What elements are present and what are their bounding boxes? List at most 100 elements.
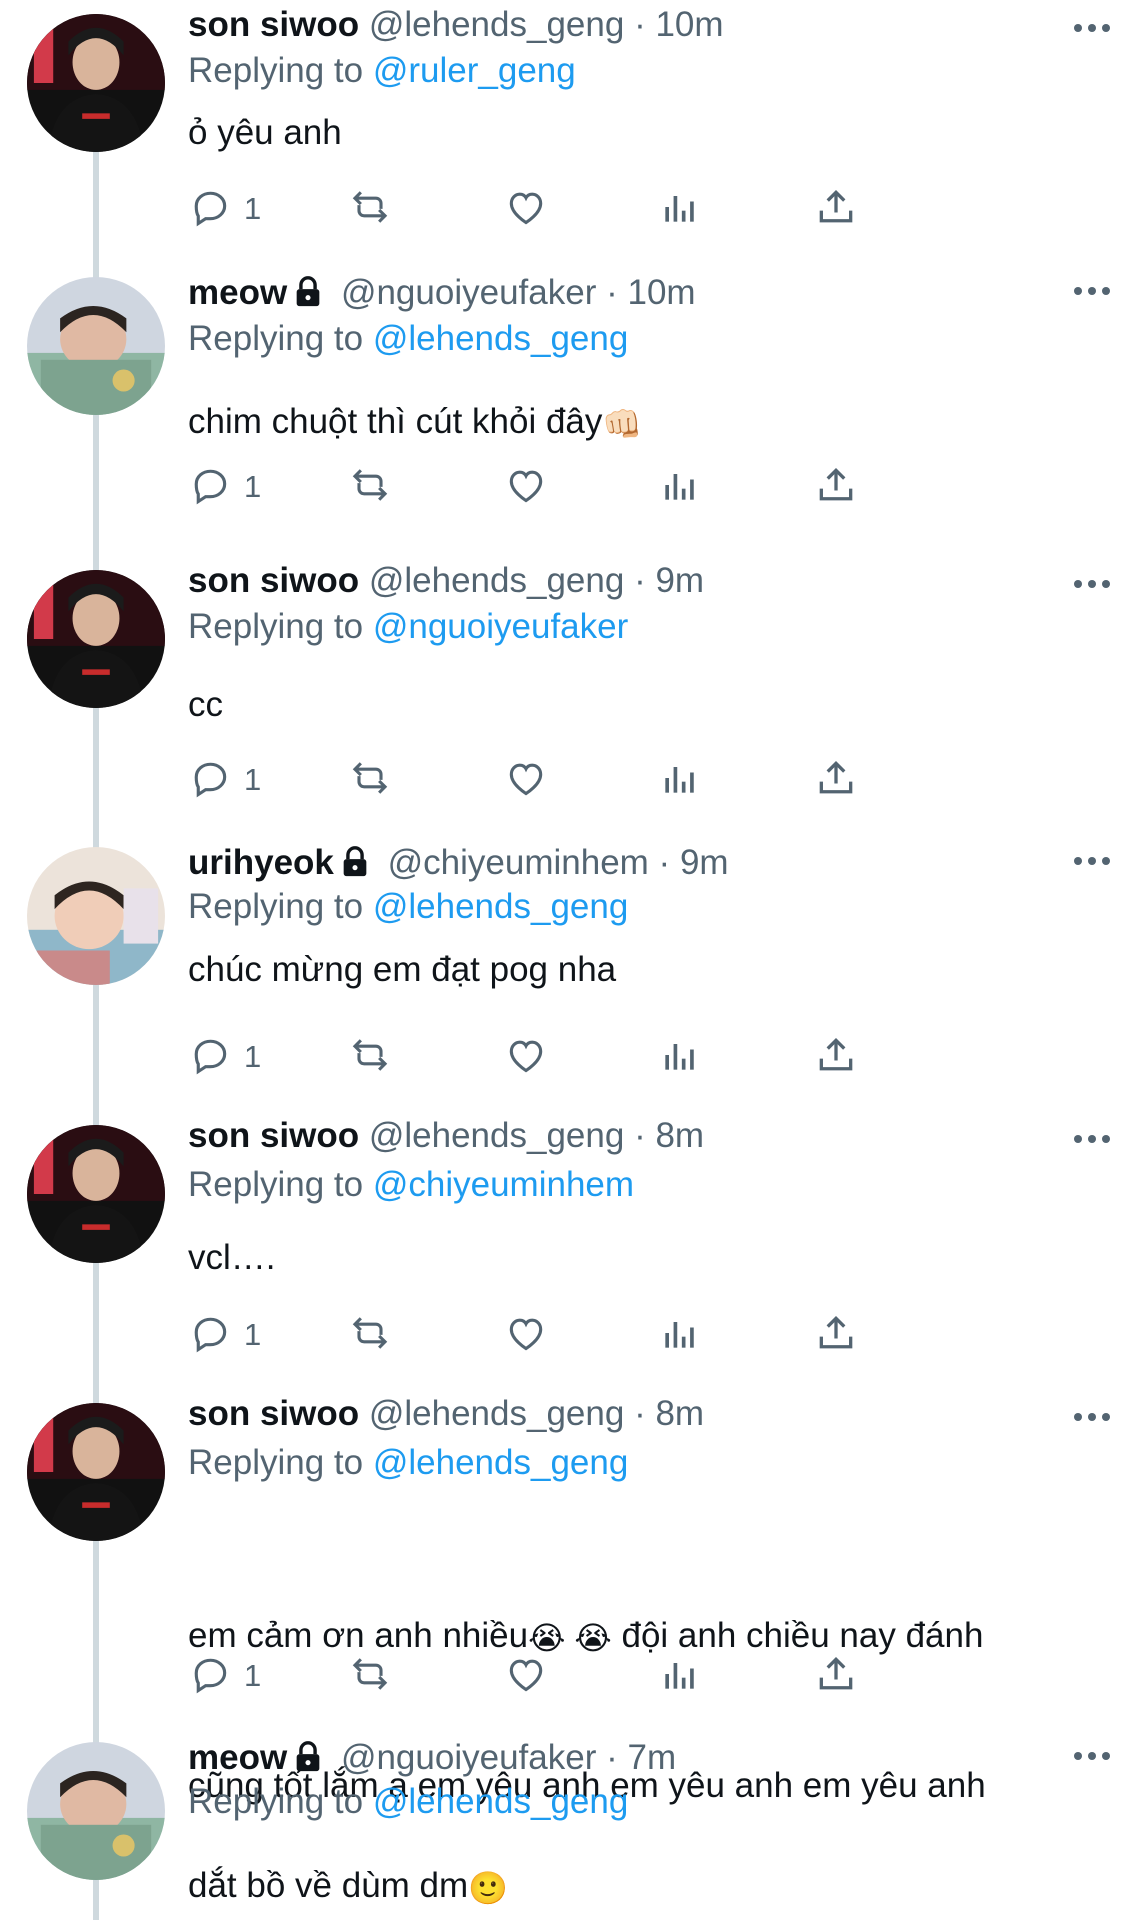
retweet-icon: [348, 756, 392, 805]
handle[interactable]: @lehends_geng: [369, 561, 624, 600]
display-name[interactable]: meow: [188, 273, 287, 312]
views-button[interactable]: [658, 186, 702, 232]
retweet-icon: [348, 1652, 392, 1701]
action-bar: 1: [188, 1312, 1048, 1358]
timestamp[interactable]: 7m: [627, 1738, 676, 1777]
mention-link[interactable]: @lehends_geng: [373, 1782, 628, 1821]
replying-to: Replying to @chiyeuminhem: [188, 1162, 634, 1208]
retweet-button[interactable]: [348, 1653, 392, 1699]
share-button[interactable]: [814, 186, 858, 232]
retweet-button[interactable]: [348, 186, 392, 232]
more-icon[interactable]: [1074, 287, 1114, 299]
handle[interactable]: @lehends_geng: [369, 5, 624, 44]
tweet-text-content: ỏ yêu anh: [188, 113, 342, 152]
reply-count: 1: [244, 1039, 262, 1074]
reply-button[interactable]: 1: [188, 1034, 261, 1080]
more-icon[interactable]: [1074, 857, 1114, 869]
reply-button[interactable]: 1: [188, 1653, 261, 1699]
separator: ·: [634, 1394, 646, 1433]
display-name[interactable]: son siwoo: [188, 1116, 359, 1155]
handle[interactable]: @chiyeuminhem: [388, 843, 649, 882]
share-button[interactable]: [814, 464, 858, 510]
mention-link[interactable]: @lehends_geng: [373, 319, 628, 358]
display-name[interactable]: son siwoo: [188, 5, 359, 44]
like-button[interactable]: [504, 1312, 548, 1358]
retweet-button[interactable]: [348, 1034, 392, 1080]
retweet-button[interactable]: [348, 464, 392, 510]
like-button[interactable]: [504, 757, 548, 803]
share-button[interactable]: [814, 1653, 858, 1699]
avatar[interactable]: [27, 14, 165, 152]
handle[interactable]: @lehends_geng: [369, 1116, 624, 1155]
share-button[interactable]: [814, 1034, 858, 1080]
avatar[interactable]: [27, 1742, 165, 1880]
separator: ·: [606, 273, 618, 312]
avatar[interactable]: [27, 1125, 165, 1263]
tweet-text: chim chuột thì cút khỏi đây👊🏻: [188, 397, 1108, 449]
more-icon[interactable]: [1074, 1752, 1114, 1764]
heart-icon: [504, 463, 548, 512]
handle[interactable]: @nguoiyeufaker: [341, 1738, 596, 1777]
mention-link[interactable]: @chiyeuminhem: [373, 1165, 634, 1204]
reply-button[interactable]: 1: [188, 464, 261, 510]
more-icon[interactable]: [1074, 580, 1114, 592]
views-button[interactable]: [658, 1034, 702, 1080]
display-name[interactable]: son siwoo: [188, 561, 359, 600]
mention-link[interactable]: @lehends_geng: [373, 1443, 628, 1482]
more-icon[interactable]: [1074, 24, 1114, 36]
more-icon[interactable]: [1074, 1135, 1114, 1147]
timestamp[interactable]: 10m: [655, 5, 723, 44]
reply-button[interactable]: 1: [188, 1312, 261, 1358]
avatar[interactable]: [27, 570, 165, 708]
avatar[interactable]: [27, 847, 165, 985]
timestamp[interactable]: 10m: [627, 273, 695, 312]
action-bar: 1: [188, 1034, 1048, 1080]
views-button[interactable]: [658, 464, 702, 510]
reply-button[interactable]: 1: [188, 757, 261, 803]
share-icon: [814, 1652, 858, 1701]
mention-link[interactable]: @lehends_geng: [373, 887, 628, 926]
like-button[interactable]: [504, 1034, 548, 1080]
views-icon: [658, 1652, 702, 1701]
action-bar: 1: [188, 1653, 1048, 1699]
display-name[interactable]: meow: [188, 1738, 287, 1777]
tweet-text: chúc mừng em đạt pog nha: [188, 945, 1108, 994]
reply-count: 1: [244, 469, 262, 504]
views-button[interactable]: [658, 757, 702, 803]
retweet-button[interactable]: [348, 757, 392, 803]
like-button[interactable]: [504, 186, 548, 232]
views-button[interactable]: [658, 1653, 702, 1699]
timestamp[interactable]: 9m: [680, 843, 729, 882]
mention-link[interactable]: @nguoiyeufaker: [373, 607, 628, 646]
reply-button[interactable]: 1: [188, 186, 261, 232]
retweet-icon: [348, 1033, 392, 1082]
share-icon: [814, 1311, 858, 1360]
heart-icon: [504, 1311, 548, 1360]
display-name[interactable]: urihyeok: [188, 843, 334, 882]
share-button[interactable]: [814, 1312, 858, 1358]
action-bar: 1: [188, 464, 1048, 510]
mention-link[interactable]: @ruler_geng: [373, 51, 576, 90]
handle[interactable]: @lehends_geng: [369, 1394, 624, 1433]
separator: ·: [634, 561, 646, 600]
share-button[interactable]: [814, 757, 858, 803]
action-bar: 1: [188, 186, 1048, 232]
lock-icon: [296, 1740, 320, 1771]
timestamp[interactable]: 8m: [655, 1394, 704, 1433]
display-name[interactable]: son siwoo: [188, 1394, 359, 1433]
more-icon[interactable]: [1074, 1413, 1114, 1425]
share-icon: [814, 1033, 858, 1082]
like-button[interactable]: [504, 1653, 548, 1699]
thread-line: [93, 1880, 99, 1920]
thread-line: [93, 985, 99, 1125]
handle[interactable]: @nguoiyeufaker: [341, 273, 596, 312]
reply-icon: [188, 756, 232, 805]
timestamp[interactable]: 8m: [655, 1116, 704, 1155]
timestamp[interactable]: 9m: [655, 561, 704, 600]
like-button[interactable]: [504, 464, 548, 510]
views-button[interactable]: [658, 1312, 702, 1358]
avatar[interactable]: [27, 277, 165, 415]
avatar[interactable]: [27, 1403, 165, 1541]
tweet-text-content: dắt bồ về dùm dm: [188, 1866, 469, 1905]
retweet-button[interactable]: [348, 1312, 392, 1358]
